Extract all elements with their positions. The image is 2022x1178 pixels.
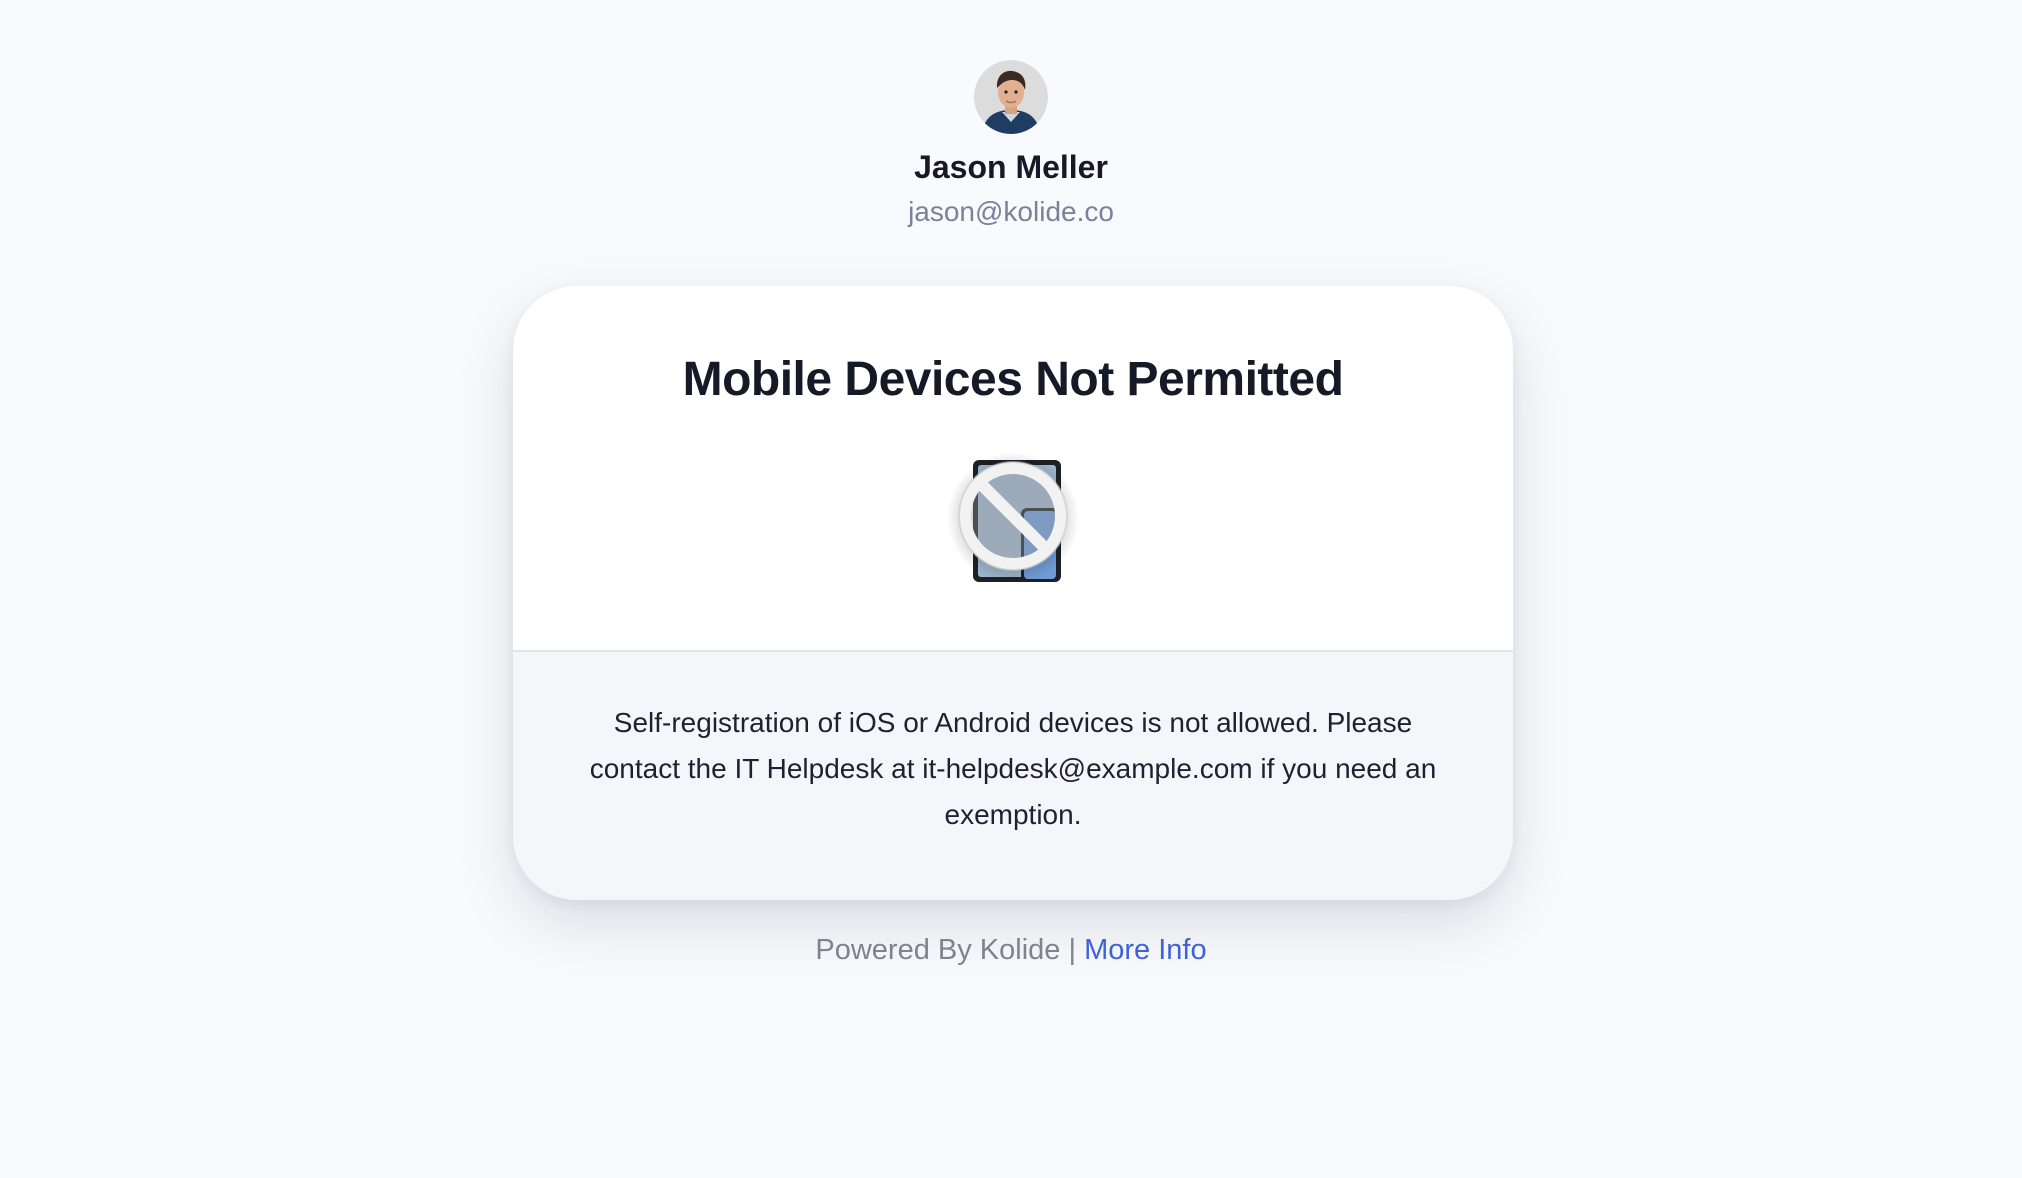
user-name: Jason Meller [914,149,1108,185]
card-message: Self-registration of iOS or Android devi… [589,707,1437,830]
avatar [974,60,1048,134]
mobile-devices-prohibited-icon [947,452,1079,584]
user-email: jason@kolide.co [908,196,1114,227]
blocked-device-card: Mobile Devices Not Permitted Self-regist… [513,286,1513,900]
card-body: Self-registration of iOS or Android devi… [513,652,1513,900]
footer: Powered By Kolide | More Info [0,928,2022,972]
page: Jason Meller jason@kolide.co Mobile Devi… [0,0,2022,1178]
user-profile: Jason Meller jason@kolide.co [0,60,2022,234]
card-header: Mobile Devices Not Permitted [513,286,1513,652]
powered-by-text: Powered By Kolide [815,934,1061,966]
card-title: Mobile Devices Not Permitted [682,353,1344,406]
more-info-link[interactable]: More Info [1084,934,1207,966]
footer-separator: | [1068,934,1077,966]
